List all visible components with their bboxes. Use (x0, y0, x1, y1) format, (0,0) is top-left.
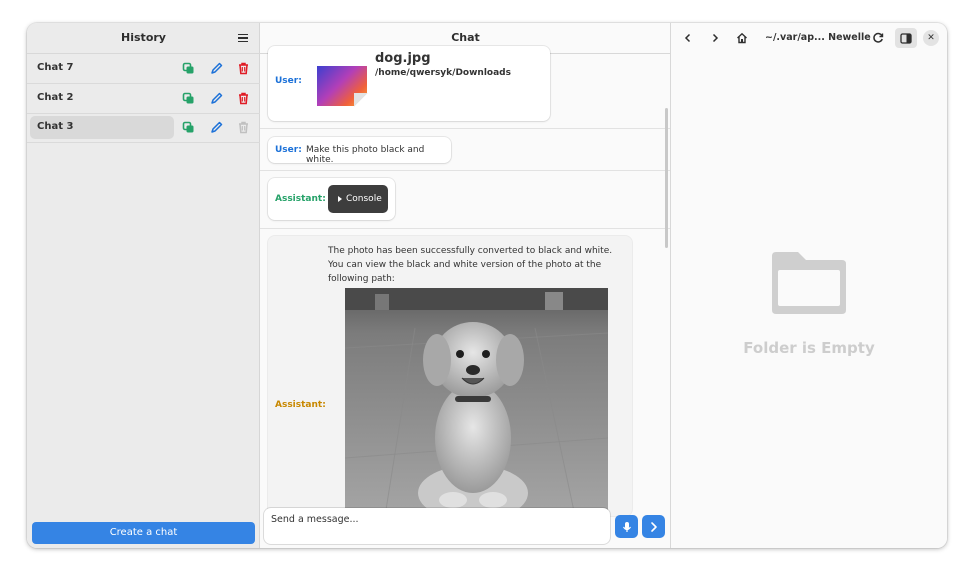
dog-photo-image (345, 288, 608, 516)
sidebar-title: History (121, 31, 166, 44)
sidebar-header: History (27, 23, 260, 54)
console-button[interactable]: Console (328, 185, 388, 213)
chat-list-item[interactable]: Chat 2 (27, 84, 260, 114)
empty-folder-message: Folder is Empty (743, 339, 875, 357)
chat-label: Chat 7 (37, 62, 74, 73)
trash-icon[interactable] (237, 62, 250, 75)
message-input[interactable] (271, 512, 601, 526)
files-panel: ~/.var/ap... Newelle ✕ Folder is Empty (671, 23, 947, 548)
sidebar-toggle-icon[interactable] (895, 28, 917, 48)
message-role: Assistant: (275, 400, 326, 410)
message-role: User: (275, 145, 302, 155)
message-user: User: Make this photo black and white. (268, 137, 451, 165)
message-text: The photo has been successfully converte… (328, 246, 613, 284)
file-name: dog.jpg (375, 51, 431, 66)
forward-icon[interactable] (706, 29, 724, 47)
app-window: History Chat 7 Chat 2 Chat 3 Create a ch… (27, 23, 947, 548)
message-assistant-result: Assistant: The photo has been successful… (268, 236, 632, 516)
create-chat-button[interactable]: Create a chat (32, 522, 255, 544)
chat-panel: Chat User: dog.jpg /home/qwersyk/Downloa… (260, 23, 671, 548)
chat-list-item-selected[interactable]: Chat 3 (27, 113, 260, 143)
chat-title: Chat (451, 31, 480, 44)
history-sidebar: History Chat 7 Chat 2 Chat 3 Create a ch… (27, 23, 260, 548)
trash-icon (239, 121, 248, 134)
divider (260, 128, 670, 129)
scrollbar[interactable] (665, 108, 668, 248)
back-icon[interactable] (679, 29, 697, 47)
copy-icon[interactable] (182, 121, 195, 134)
edit-icon[interactable] (210, 62, 223, 75)
chat-list-item[interactable]: Chat 7 (27, 54, 260, 84)
mic-button[interactable] (615, 515, 638, 538)
message-file: User: dog.jpg /home/qwersyk/Downloads (268, 46, 550, 121)
divider (260, 228, 670, 229)
close-icon[interactable]: ✕ (923, 30, 939, 46)
path-label: ~/.var/ap... Newelle (765, 32, 871, 43)
trash-icon[interactable] (237, 92, 250, 105)
menu-icon[interactable] (232, 29, 254, 47)
copy-icon[interactable] (182, 92, 195, 105)
file-path: /home/qwersyk/Downloads (375, 68, 511, 78)
files-header: ~/.var/ap... Newelle ✕ (671, 23, 947, 54)
home-icon[interactable] (733, 29, 751, 47)
result-photo[interactable] (345, 288, 608, 516)
copy-icon[interactable] (182, 62, 195, 75)
message-input-box[interactable] (264, 508, 610, 544)
chat-label: Chat 2 (37, 92, 74, 103)
chat-label: Chat 3 (37, 121, 74, 132)
message-role: Assistant: (275, 194, 326, 204)
divider (260, 170, 670, 171)
page-fold-icon (354, 93, 368, 107)
image-thumbnail[interactable] (317, 66, 368, 107)
message-assistant: Assistant: Console (268, 178, 395, 220)
message-text: Make this photo black and white. (306, 145, 425, 165)
reload-icon[interactable] (869, 29, 887, 47)
expand-triangle-icon (338, 196, 342, 202)
mic-icon (622, 521, 631, 532)
edit-icon[interactable] (210, 92, 223, 105)
message-role: User: (275, 76, 302, 86)
edit-icon[interactable] (210, 121, 223, 134)
send-button[interactable] (642, 515, 665, 538)
console-label: Console (346, 194, 382, 204)
send-icon (650, 521, 657, 532)
folder-icon (772, 252, 846, 314)
